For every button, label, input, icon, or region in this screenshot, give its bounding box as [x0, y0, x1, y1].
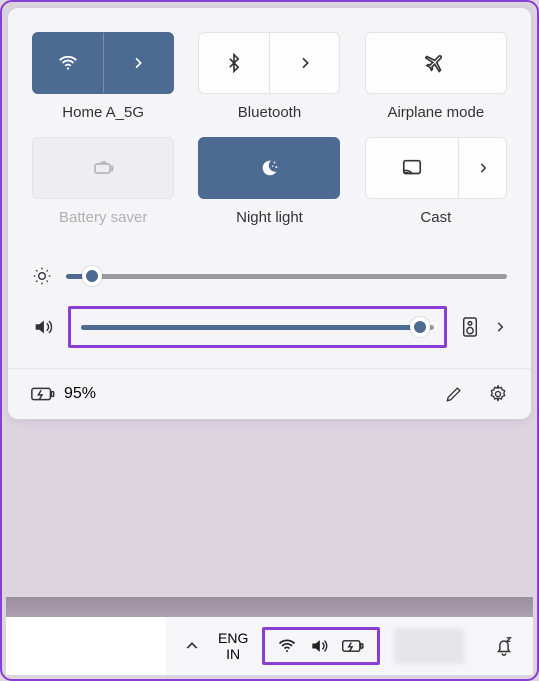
wifi-toggle[interactable]: [33, 33, 104, 93]
battery-percent: 95%: [64, 385, 96, 403]
audio-output-icon[interactable]: [461, 316, 479, 338]
volume-highlight: [68, 306, 447, 348]
cast-expand[interactable]: [459, 138, 505, 198]
language-indicator[interactable]: ENG IN: [218, 630, 248, 662]
brightness-icon: [32, 266, 52, 286]
airplane-icon: [425, 52, 447, 74]
battery-saver-tile: [32, 137, 174, 199]
brightness-row: [32, 266, 507, 286]
wifi-expand[interactable]: [104, 33, 174, 93]
chevron-right-icon: [476, 161, 490, 175]
desktop-backdrop: [6, 597, 533, 617]
bluetooth-expand[interactable]: [270, 33, 340, 93]
cast-label: Cast: [420, 209, 451, 226]
wifi-icon: [277, 636, 297, 656]
chevron-up-icon: [184, 638, 200, 654]
quick-settings-panel: Home A_5G Bluetooth: [8, 8, 531, 419]
taskbar: ENG IN: [6, 617, 533, 675]
cast-toggle[interactable]: [366, 138, 460, 198]
wifi-label: Home A_5G: [62, 104, 144, 121]
cast-tile[interactable]: [365, 137, 507, 199]
bell-snooze-icon: [493, 635, 515, 657]
battery-saver-icon: [91, 156, 115, 180]
bluetooth-toggle[interactable]: [199, 33, 270, 93]
battery-status[interactable]: 95%: [30, 384, 96, 404]
night-light-tile[interactable]: [198, 137, 340, 199]
cast-icon: [401, 157, 423, 179]
lang-top: ENG: [218, 630, 248, 646]
volume-row: [32, 306, 507, 348]
settings-button[interactable]: [487, 383, 509, 405]
airplane-tile[interactable]: [365, 32, 507, 94]
chevron-right-icon: [130, 55, 146, 71]
wifi-tile[interactable]: [32, 32, 174, 94]
battery-saver-label: Battery saver: [59, 209, 147, 226]
pencil-icon: [444, 384, 464, 404]
bluetooth-tile[interactable]: [198, 32, 340, 94]
wifi-icon: [57, 52, 79, 74]
gear-icon: [488, 384, 508, 404]
panel-footer: 95%: [8, 368, 531, 419]
bluetooth-icon: [224, 53, 244, 73]
lang-bottom: IN: [218, 646, 248, 662]
airplane-label: Airplane mode: [387, 104, 484, 121]
volume-icon: [32, 316, 54, 338]
night-light-icon: [258, 157, 280, 179]
night-light-label: Night light: [236, 209, 303, 226]
volume-slider[interactable]: [81, 317, 434, 337]
volume-icon: [309, 636, 329, 656]
taskbar-left-blank: [6, 617, 166, 675]
system-tray-highlight[interactable]: [262, 627, 380, 665]
chevron-right-icon: [297, 55, 313, 71]
tiles-grid: Home A_5G Bluetooth: [32, 32, 507, 226]
battery-charging-icon: [341, 637, 365, 655]
notifications-button[interactable]: [493, 635, 515, 657]
volume-expand-icon[interactable]: [493, 320, 507, 334]
battery-charging-icon: [30, 384, 56, 404]
bluetooth-label: Bluetooth: [238, 104, 301, 121]
edit-button[interactable]: [443, 383, 465, 405]
brightness-slider[interactable]: [66, 266, 507, 286]
tray-overflow-button[interactable]: [184, 638, 200, 654]
taskbar-clock-blurred[interactable]: [394, 628, 464, 664]
